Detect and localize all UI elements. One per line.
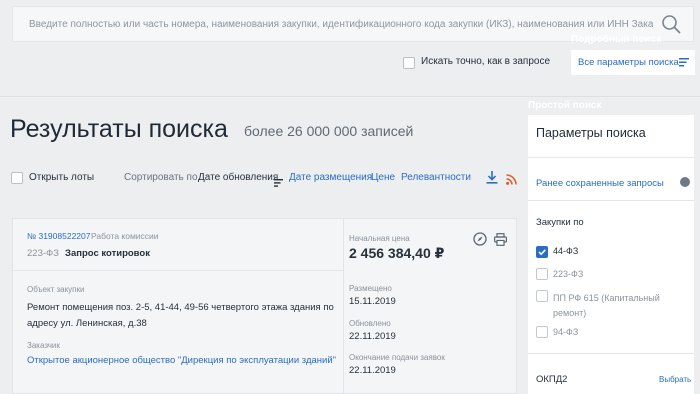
download-icon[interactable] — [486, 171, 498, 184]
placed-caption: Размещено — [349, 284, 392, 293]
object-description: Ремонт помещения поз. 2-5, 41-44, 49-56 … — [27, 302, 334, 329]
panel-divider — [528, 353, 694, 354]
updated-date: 22.11.2019 — [349, 331, 396, 342]
page-title: Результаты поиска — [10, 115, 228, 143]
exact-search-checkbox[interactable] — [403, 57, 415, 69]
open-lots-label: Открыть лоты — [29, 172, 95, 183]
price-caption: Начальная цена — [349, 234, 410, 243]
simple-search-tooltip: Простой поиск — [528, 100, 602, 111]
header-divider — [0, 96, 700, 97]
deadline-date: 22.11.2019 — [349, 365, 396, 376]
results-count: более 26 000 000 записей — [244, 123, 414, 139]
procurement-stage: Работа комиссии — [91, 231, 159, 241]
panel-divider — [528, 200, 694, 201]
panel-divider — [528, 157, 694, 158]
sort-by-publish-date[interactable]: Дате размещения — [289, 172, 372, 183]
pp-615-label: ПП РФ 615 (Капитальный ремонт) — [553, 293, 660, 318]
rss-icon[interactable] — [506, 172, 517, 185]
compass-icon[interactable] — [473, 232, 487, 246]
advanced-search-tooltip: Подробный поиск — [571, 34, 662, 45]
card-column-divider — [343, 218, 344, 394]
search-input[interactable] — [13, 7, 653, 41]
search-icon[interactable] — [661, 14, 681, 34]
law-223-label: 223-ФЗ — [553, 269, 584, 279]
procurement-method: Запрос котировок — [65, 248, 150, 259]
okpd2-select-link[interactable]: Выбрать — [659, 375, 691, 384]
saved-queries-badge — [680, 177, 690, 187]
all-search-params-label: Все параметры поиска — [578, 57, 679, 68]
sort-by-price[interactable]: Цене — [371, 172, 395, 183]
customer-caption: Заказчик — [27, 341, 60, 350]
registry-number-link[interactable]: № 31908522207 — [27, 231, 90, 241]
law-44-label: 44-ФЗ — [553, 246, 579, 256]
sort-label: Сортировать по — [124, 172, 198, 183]
placed-date: 15.11.2019 — [349, 296, 396, 307]
pp-615-checkbox[interactable] — [536, 290, 548, 302]
panel-title: Параметры поиска — [536, 126, 646, 140]
law-94-checkbox[interactable] — [536, 326, 548, 338]
object-caption: Объект закупки — [27, 285, 85, 294]
filter-lines-icon — [679, 58, 689, 67]
okpd2-label: ОКПД2 — [536, 374, 568, 385]
procurement-law: 223-ФЗ — [27, 248, 59, 259]
updated-caption: Обновлено — [349, 319, 391, 328]
purchases-by-label: Закупки по — [536, 217, 584, 228]
deadline-caption: Окончание подачи заявок — [349, 353, 445, 362]
card-row-divider — [12, 270, 343, 271]
all-search-params-button[interactable]: Все параметры поиска — [571, 50, 695, 75]
exact-search-label: Искать точно, как в запросе — [421, 56, 550, 67]
print-icon[interactable] — [494, 233, 508, 246]
price-value: 2 456 384,40 ₽ — [349, 245, 445, 261]
saved-queries-link[interactable]: Ранее сохраненные запросы — [536, 178, 664, 189]
sort-direction-icon[interactable] — [274, 174, 283, 187]
law-44-checkbox[interactable] — [536, 246, 548, 258]
law-94-label: 94-ФЗ — [553, 327, 579, 337]
law-223-checkbox[interactable] — [536, 268, 548, 280]
sort-by-update-date[interactable]: Дате обновления — [198, 172, 278, 183]
customer-link[interactable]: Открытое акционерное общество "Дирекция … — [27, 355, 336, 366]
sort-by-relevance[interactable]: Релевантности — [401, 172, 471, 183]
open-lots-checkbox[interactable] — [11, 172, 23, 184]
